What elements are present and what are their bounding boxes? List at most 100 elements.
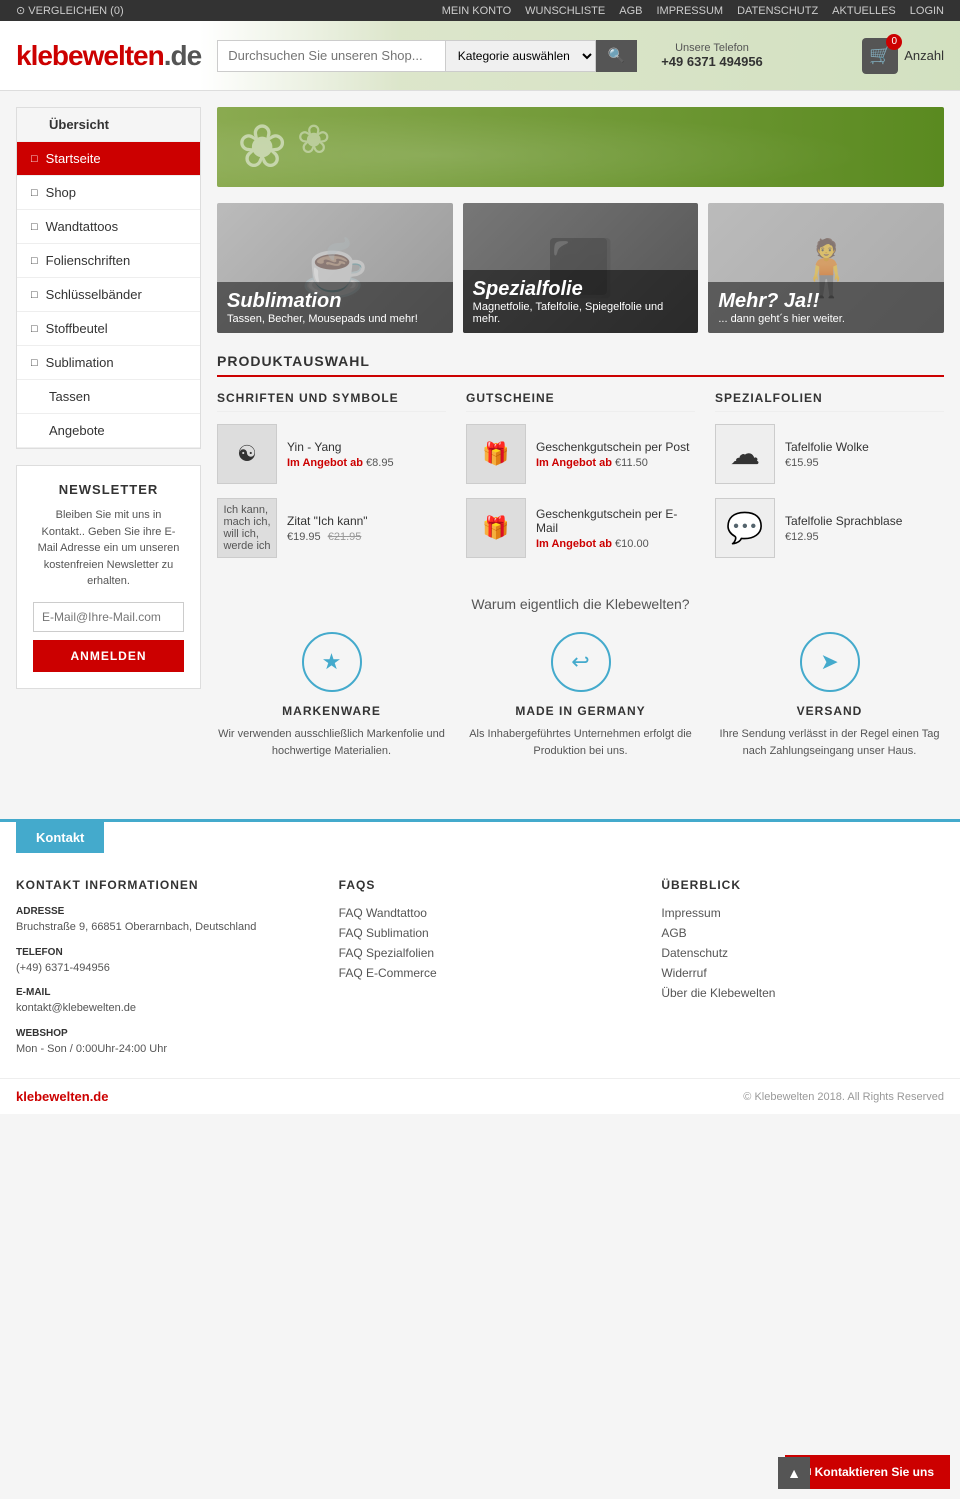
- search-button[interactable]: 🔍: [596, 40, 637, 72]
- product-price-yin-yang: Im Angebot ab €8.95: [287, 457, 446, 469]
- sidebar-item-folienschriften[interactable]: □ Folienschriften: [17, 244, 200, 278]
- footer-col-title-faqs: FAQS: [339, 878, 622, 892]
- uberblick-link-agb[interactable]: AGB: [661, 926, 944, 940]
- footer-text-webshop: Mon - Son / 0:00Uhr-24:00 Uhr: [16, 1041, 299, 1059]
- sidebar-item-stoffbeutel[interactable]: □ Stoffbeutel: [17, 312, 200, 346]
- compare-label[interactable]: ⊙ VERGLEICHEN (0): [16, 4, 124, 17]
- header-cart[interactable]: 🛒 0 Anzahl: [862, 38, 944, 74]
- why-text-versand: Ihre Sendung verlässt in der Regel einen…: [715, 726, 944, 759]
- sublimation-icon: □: [31, 357, 38, 369]
- mehr-banner-title: Mehr? Ja!!: [718, 290, 934, 313]
- faq-link-ecommerce[interactable]: FAQ E-Commerce: [339, 966, 622, 980]
- why-item-versand: ➤ VERSAND Ihre Sendung verlässt in der R…: [715, 632, 944, 759]
- nav-login[interactable]: LOGIN: [910, 5, 944, 17]
- nav-agb[interactable]: AGB: [619, 5, 642, 17]
- sidebar-label-angebote: Angebote: [49, 423, 105, 438]
- faq-link-wandtattoo[interactable]: FAQ Wandtattoo: [339, 906, 622, 920]
- product-thumb-tafelfolie-sprachblase[interactable]: 💬: [715, 498, 775, 558]
- sidebar-label-wandtattoos: Wandtattoos: [46, 219, 119, 234]
- made-in-germany-icon: ↩: [551, 632, 611, 692]
- price-tafelfolie-sprachblase: €12.95: [785, 531, 819, 543]
- price-yin-yang: €8.95: [366, 457, 394, 469]
- sidebar-item-wandtattoos[interactable]: □ Wandtattoos: [17, 210, 200, 244]
- nav-datenschutz[interactable]: DATENSCHUTZ: [737, 5, 818, 17]
- header-phone: Unsere Telefon +49 6371 494956: [661, 42, 763, 69]
- sidebar-item-sublimation[interactable]: □ Sublimation: [17, 346, 200, 380]
- newsletter-email-input[interactable]: [33, 602, 184, 632]
- folienschriften-icon: □: [31, 255, 38, 267]
- content-area: ❀ ❀ ☕ Sublimation Tassen, Becher, Mousep…: [217, 107, 944, 783]
- cart-badge: 0: [886, 34, 902, 50]
- top-nav: MEIN KONTO WUNSCHLISTE AGB IMPRESSUM DAT…: [442, 5, 944, 17]
- footer-bottom-logo: klebewelten.de: [16, 1089, 108, 1104]
- price-gutschein-post: €11.50: [615, 457, 648, 469]
- product-thumb-gutschein-post[interactable]: 🎁: [466, 424, 526, 484]
- spezialfolie-banner-subtitle: Magnetfolie, Tafelfolie, Spiegelfolie un…: [473, 301, 689, 325]
- newsletter-submit-button[interactable]: ANMELDEN: [33, 640, 184, 672]
- price-tafelfolie-wolke: €15.95: [785, 457, 819, 469]
- footer-col-title-kontakt: KONTAKT INFORMATIONEN: [16, 878, 299, 892]
- main-layout: Übersicht □ Startseite □ Shop □ Wandtatt…: [0, 91, 960, 799]
- footer-text-adresse: Bruchstraße 9, 66851 Oberarnbach, Deutsc…: [16, 919, 299, 937]
- why-title-made-in-germany: MADE IN GERMANY: [466, 704, 695, 718]
- sidebar-label-sublimation: Sublimation: [46, 355, 114, 370]
- top-bar: ⊙ VERGLEICHEN (0) MEIN KONTO WUNSCHLISTE…: [0, 0, 960, 21]
- product-thumb-zitat[interactable]: Ich kann,mach ich,will ich,werde ich: [217, 498, 277, 558]
- product-price-gutschein-post: Im Angebot ab €11.50: [536, 457, 695, 469]
- uberblick-link-datenschutz[interactable]: Datenschutz: [661, 946, 944, 960]
- spezialfolie-banner[interactable]: ⬛ Spezialfolie Magnetfolie, Tafelfolie, …: [463, 203, 699, 333]
- why-item-made-in-germany: ↩ MADE IN GERMANY Als Inhabergeführtes U…: [466, 632, 695, 759]
- sidebar-label-tassen: Tassen: [49, 389, 90, 404]
- sidebar: Übersicht □ Startseite □ Shop □ Wandtatt…: [16, 107, 217, 689]
- mehr-banner[interactable]: 🧍 Mehr? Ja!! ... dann geht´s hier weiter…: [708, 203, 944, 333]
- product-info-yin-yang: Yin - Yang Im Angebot ab €8.95: [287, 440, 446, 469]
- product-name-gutschein-email: Geschenkgutschein per E-Mail: [536, 507, 695, 535]
- footer-content: KONTAKT INFORMATIONEN ADRESSE Bruchstraß…: [0, 854, 960, 1078]
- why-title-versand: VERSAND: [715, 704, 944, 718]
- faq-link-sublimation[interactable]: FAQ Sublimation: [339, 926, 622, 940]
- cart-icon-container[interactable]: 🛒 0: [862, 38, 898, 74]
- uberblick-link-widerruf[interactable]: Widerruf: [661, 966, 944, 980]
- uberblick-link-uber[interactable]: Über die Klebewelten: [661, 986, 944, 1000]
- sidebar-item-angebote[interactable]: Angebote: [17, 414, 200, 448]
- footer-label-adresse: ADRESSE: [16, 906, 299, 917]
- product-banners: ☕ Sublimation Tassen, Becher, Mousepads …: [217, 203, 944, 333]
- phone-number: +49 6371 494956: [661, 54, 763, 69]
- product-thumb-yin-yang[interactable]: ☯: [217, 424, 277, 484]
- product-thumb-tafelfolie-wolke[interactable]: ☁: [715, 424, 775, 484]
- product-price-tafelfolie-sprachblase: €12.95: [785, 531, 944, 543]
- old-price-zitat: €21.95: [328, 531, 362, 543]
- product-col-spezialfolien: SPEZIALFOLIEN ☁ Tafelfolie Wolke €15.95 …: [715, 391, 944, 572]
- sidebar-item-shop[interactable]: □ Shop: [17, 176, 200, 210]
- sidebar-item-ubersicht[interactable]: Übersicht: [17, 108, 200, 142]
- nav-wunschliste[interactable]: WUNSCHLISTE: [525, 5, 605, 17]
- newsletter-box: NEWSLETTER Bleiben Sie mit uns in Kontak…: [16, 465, 201, 689]
- nav-aktuelles[interactable]: AKTUELLES: [832, 5, 896, 17]
- search-input[interactable]: [217, 40, 446, 72]
- sublimation-banner-overlay: Sublimation Tassen, Becher, Mousepads un…: [217, 282, 453, 333]
- scroll-top-button[interactable]: ▲: [778, 1457, 810, 1489]
- price-gutschein-email: €10.00: [615, 538, 649, 550]
- sidebar-item-schlusselbander[interactable]: □ Schlüsselbänder: [17, 278, 200, 312]
- nav-mein-konto[interactable]: MEIN KONTO: [442, 5, 511, 17]
- sublimation-banner[interactable]: ☕ Sublimation Tassen, Becher, Mousepads …: [217, 203, 453, 333]
- sidebar-item-tassen[interactable]: Tassen: [17, 380, 200, 414]
- schlusselbander-icon: □: [31, 289, 38, 301]
- spezialfolie-banner-title: Spezialfolie: [473, 278, 689, 301]
- product-name-yin-yang: Yin - Yang: [287, 440, 446, 454]
- sidebar-item-startseite[interactable]: □ Startseite: [17, 142, 200, 176]
- product-name-gutschein-post: Geschenkgutschein per Post: [536, 440, 695, 454]
- phone-label: Unsere Telefon: [675, 42, 749, 54]
- footer-label-email: E-MAIL: [16, 987, 299, 998]
- product-info-tafelfolie-wolke: Tafelfolie Wolke €15.95: [785, 440, 944, 469]
- sidebar-label-shop: Shop: [46, 185, 76, 200]
- product-name-tafelfolie-wolke: Tafelfolie Wolke: [785, 440, 944, 454]
- footer-kontakt-bar: Kontakt: [16, 822, 104, 853]
- product-thumb-gutschein-email[interactable]: 🎁: [466, 498, 526, 558]
- nav-impressum[interactable]: IMPRESSUM: [656, 5, 723, 17]
- uberblick-link-impressum[interactable]: Impressum: [661, 906, 944, 920]
- category-select[interactable]: Kategorie auswählen: [446, 40, 596, 72]
- product-col-schriften: SCHRIFTEN UND SYMBOLE ☯ Yin - Yang Im An…: [217, 391, 446, 572]
- logo[interactable]: klebewelten.de: [16, 40, 201, 72]
- faq-link-spezialfolien[interactable]: FAQ Spezialfolien: [339, 946, 622, 960]
